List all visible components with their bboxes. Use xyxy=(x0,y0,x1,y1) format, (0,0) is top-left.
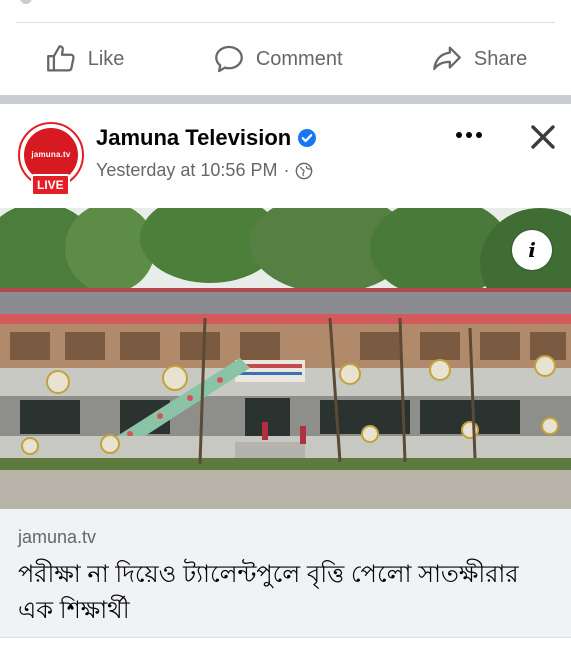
avatar-brand-text: jamuna.tv xyxy=(31,150,71,159)
like-label: Like xyxy=(87,47,125,70)
page-name: Jamuna Television xyxy=(96,125,292,150)
share-label: Share xyxy=(473,47,528,70)
share-icon xyxy=(433,46,461,71)
school-building-image xyxy=(0,208,571,509)
link-domain: jamuna.tv xyxy=(18,527,97,547)
info-icon: i xyxy=(528,238,536,262)
verified-badge-icon xyxy=(298,129,317,147)
post-timestamp[interactable]: Yesterday at 10:56 PM xyxy=(96,160,277,181)
share-button[interactable]: Share xyxy=(420,36,537,82)
globe-icon xyxy=(296,162,313,179)
page-avatar[interactable]: jamuna.tv LIVE xyxy=(18,122,84,196)
feed-separator xyxy=(0,95,571,104)
actions-divider xyxy=(16,22,555,23)
previous-post-avatar-fragment xyxy=(20,0,32,4)
like-button[interactable]: Like xyxy=(34,36,135,82)
dot-icon xyxy=(466,132,472,138)
info-button[interactable]: i xyxy=(512,230,552,270)
post-meta: Yesterday at 10:56 PM · xyxy=(96,160,313,181)
page-name-link[interactable]: Jamuna Television xyxy=(96,125,317,151)
dot-icon xyxy=(456,132,462,138)
post-action-bar: Like Comment Share xyxy=(0,30,571,88)
meta-separator: · xyxy=(283,160,290,180)
comment-button[interactable]: Comment xyxy=(202,36,353,82)
more-options-button[interactable] xyxy=(452,124,486,146)
live-badge: LIVE xyxy=(31,174,70,196)
close-icon[interactable] xyxy=(528,122,558,152)
comment-label: Comment xyxy=(255,47,343,70)
post-card: jamuna.tv LIVE Jamuna Television Yesterd… xyxy=(0,104,571,659)
link-preview[interactable]: jamuna.tv পরীক্ষা না দিয়েও ট্যালেন্টপুল… xyxy=(0,509,571,637)
link-headline: পরীক্ষা না দিয়েও ট্যালেন্টপুলে বৃত্তি প… xyxy=(18,561,519,624)
dot-icon xyxy=(476,132,482,138)
post-photo[interactable]: i xyxy=(0,208,571,509)
thumbs-up-icon xyxy=(46,45,75,72)
link-preview-bottom-border xyxy=(0,637,571,638)
comment-icon xyxy=(214,45,243,73)
previous-post-edge xyxy=(0,0,571,6)
